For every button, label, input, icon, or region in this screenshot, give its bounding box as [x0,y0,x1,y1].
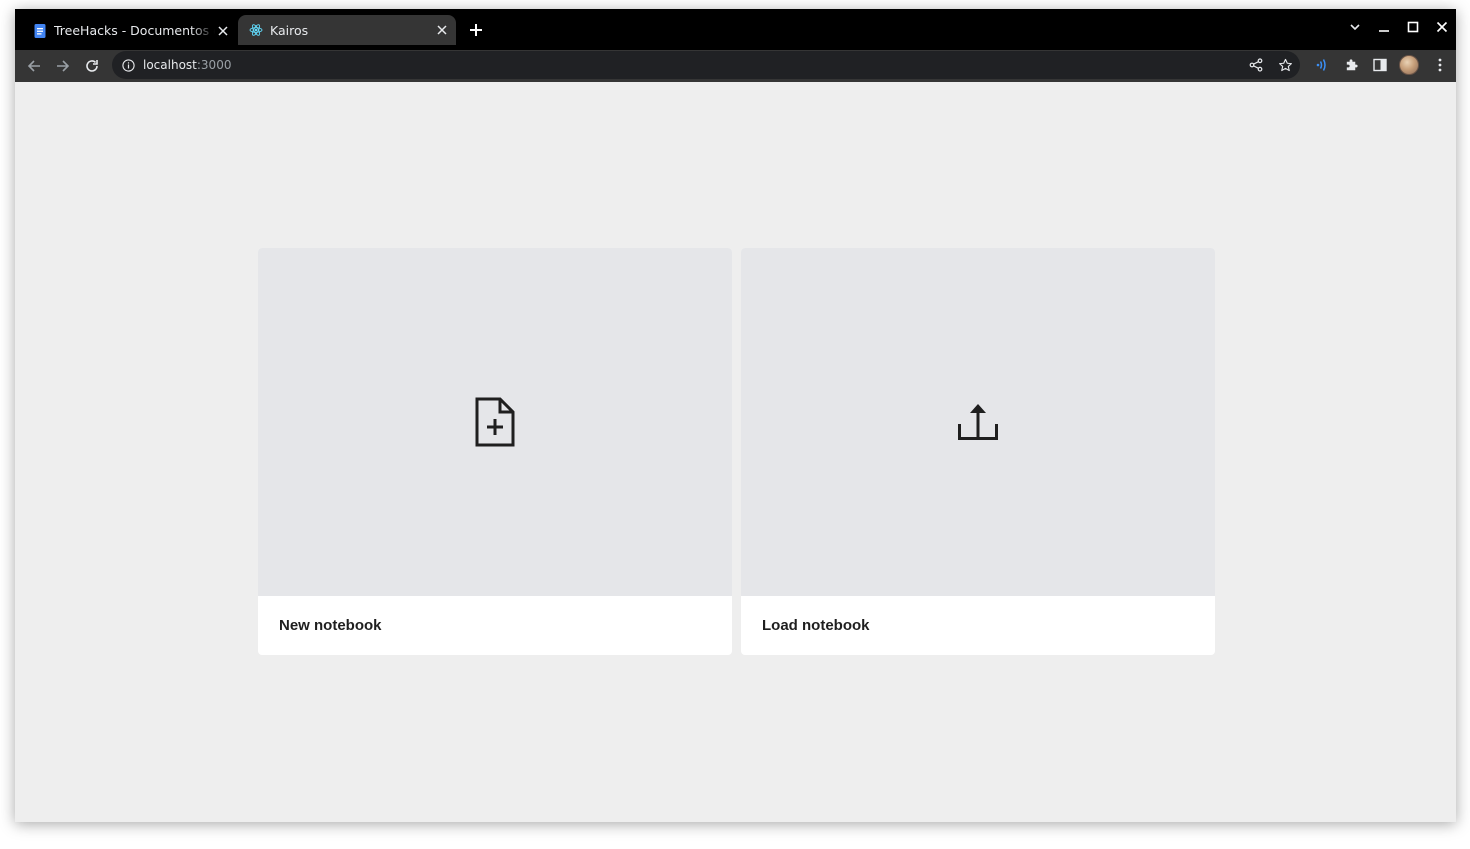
more-vertical-icon [1438,58,1442,72]
new-notebook-card[interactable]: New notebook [258,248,732,655]
page-content: New notebook Load notebook [15,82,1456,822]
window-controls [1340,9,1456,50]
google-docs-icon [33,23,47,38]
plus-icon [470,24,482,36]
minimize-icon [1378,30,1389,32]
chevron-down-icon [1349,24,1360,31]
tab-title: Kairos [270,22,309,38]
card-label: New notebook [279,617,382,634]
url-text[interactable]: localhost:3000 [143,58,231,72]
card-media [741,248,1215,596]
share-icon[interactable] [1247,56,1265,74]
load-notebook-card[interactable]: Load notebook [741,248,1215,655]
tab-treehacks[interactable]: TreeHacks - Documentos de Google [23,16,237,45]
new-tab-button[interactable] [467,21,485,39]
arrow-left-icon [27,60,40,72]
browser-window: TreeHacks - Documentos de Google Kairos [15,9,1456,822]
tab-kairos[interactable]: Kairos [238,15,456,45]
star-icon[interactable] [1276,56,1294,74]
url-host: localhost [143,58,197,72]
file-plus-icon [475,397,515,447]
maximize-icon [1407,21,1418,33]
close-icon[interactable] [434,22,450,38]
extensions-puzzle-icon[interactable] [1340,54,1362,76]
arrow-right-icon [57,60,70,72]
address-bar[interactable]: localhost:3000 [112,51,1300,79]
close-icon [1436,21,1447,33]
minimize-button[interactable] [1369,9,1398,45]
close-icon[interactable] [215,23,231,39]
card-label: Load notebook [762,617,870,634]
upload-icon [958,404,998,440]
reload-button[interactable] [81,55,103,77]
avatar [1399,55,1419,75]
browser-toolbar: localhost:3000 [15,50,1456,82]
reload-icon [86,60,98,72]
maximize-button[interactable] [1398,9,1427,45]
toolbar-icons [1311,54,1456,76]
forward-button[interactable] [52,55,74,77]
react-icon [249,23,263,37]
omnibox-actions [1236,56,1294,74]
tab-title: TreeHacks - Documentos de Google [54,23,215,38]
tab-strip: TreeHacks - Documentos de Google Kairos [15,9,1456,50]
tab-search-button[interactable] [1340,9,1369,45]
back-button[interactable] [23,55,45,77]
menu-button[interactable] [1429,54,1451,76]
info-icon[interactable] [121,58,135,72]
profile-avatar[interactable] [1398,54,1420,76]
card-media [258,248,732,596]
side-panel-icon[interactable] [1369,54,1391,76]
url-port: :3000 [196,58,232,72]
read-aloud-extension-icon[interactable] [1311,54,1333,76]
close-window-button[interactable] [1427,9,1456,45]
